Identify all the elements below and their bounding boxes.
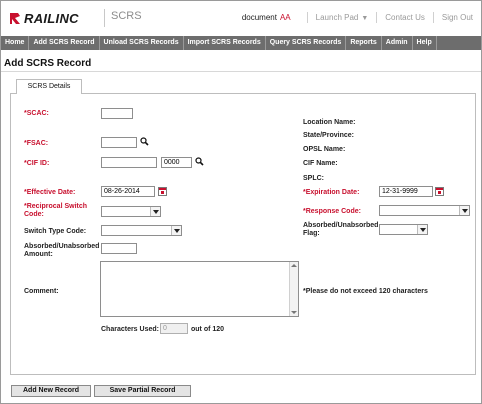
header-divider [104, 9, 105, 27]
scroll-up-icon[interactable] [291, 264, 297, 267]
absorbed-amount-input[interactable] [101, 243, 137, 254]
cif-name-label: CIF Name: [303, 160, 338, 167]
scroll-down-icon[interactable] [291, 311, 297, 314]
title-divider [1, 71, 481, 72]
contact-us-link[interactable]: Contact Us [385, 13, 425, 22]
cif-id-label: *CIF ID: [24, 160, 50, 167]
characters-used-label: Characters Used: [101, 326, 159, 333]
menu-item-unload-scrs-records[interactable]: Unload SCRS Records [100, 36, 184, 50]
menu-item-admin[interactable]: Admin [382, 36, 413, 50]
menu-item-home[interactable]: Home [1, 36, 30, 50]
nav-separator [376, 12, 378, 23]
response-code-select[interactable] [379, 205, 470, 216]
nav-separator [432, 12, 434, 23]
page-title: Add SCRS Record [4, 58, 92, 69]
response-code-label: *Response Code: [303, 208, 361, 215]
switch-type-code-label: Switch Type Code: [24, 228, 87, 235]
absorbed-flag-label: Absorbed/Unabsorbed Flag: [303, 222, 379, 237]
save-partial-record-button[interactable]: Save Partial Record [94, 385, 191, 397]
fsac-label: *FSAC: [24, 140, 49, 147]
fsac-search-icon[interactable] [140, 137, 149, 146]
comment-scrollbar[interactable] [289, 262, 298, 316]
top-nav: document AA Launch Pad ▼ Contact Us Sign … [242, 12, 473, 23]
chevron-down-icon: ▼ [361, 15, 369, 22]
reciprocal-switch-code-select[interactable] [101, 206, 161, 217]
location-name-label: Location Name: [303, 119, 356, 126]
user-id: AA [279, 13, 291, 22]
main-menu: Home Add SCRS Record Unload SCRS Records… [1, 36, 481, 50]
reciprocal-switch-code-label: *Reciprocal Switch Code: [24, 203, 88, 218]
comment-limit-note: *Please do not exceed 120 characters [303, 288, 428, 295]
comment-textarea[interactable] [100, 261, 299, 317]
logo-text: RAILINC [24, 10, 79, 26]
opsl-name-label: OPSL Name: [303, 146, 346, 153]
menu-item-add-scrs-record[interactable]: Add SCRS Record [29, 36, 100, 50]
absorbed-amount-label: Absorbed/Unabsorbed Amount: [24, 243, 100, 258]
splc-label: SPLC: [303, 175, 324, 182]
fsac-input[interactable] [101, 137, 137, 148]
expiration-date-label: *Expiration Date: [303, 189, 360, 196]
effective-date-label: *Effective Date: [24, 189, 76, 196]
state-province-label: State/Province: [303, 132, 354, 139]
comment-label: Comment: [24, 288, 59, 295]
menu-item-query-scrs-records[interactable]: Query SCRS Records [266, 36, 347, 50]
cif-search-icon[interactable] [195, 157, 204, 166]
tab-scrs-details[interactable]: SCRS Details [16, 79, 82, 94]
cif-id-suffix-input[interactable]: 0000 [161, 157, 192, 168]
calendar-icon[interactable] [158, 187, 167, 196]
chevron-down-icon [171, 226, 181, 235]
railinc-logo[interactable]: RAILINC [9, 10, 79, 26]
app-name: SCRS [111, 10, 142, 22]
scac-input[interactable] [101, 108, 133, 119]
effective-date-input[interactable]: 08-26-2014 [101, 186, 155, 197]
chevron-down-icon [459, 206, 469, 215]
menu-item-reports[interactable]: Reports [346, 36, 382, 50]
cif-id-input[interactable] [101, 157, 157, 168]
chevron-down-icon [417, 225, 427, 234]
railinc-logo-icon [9, 12, 21, 25]
launch-pad-label: Launch Pad [315, 13, 359, 22]
nav-separator [306, 12, 308, 23]
absorbed-flag-select[interactable] [379, 224, 428, 235]
scac-label: *SCAC: [24, 110, 49, 117]
characters-used-field: 0 [160, 323, 188, 334]
user-label: document [241, 13, 277, 22]
switch-type-code-select[interactable] [101, 225, 182, 236]
expiration-date-input[interactable]: 12-31-9999 [379, 186, 433, 197]
sign-out-link[interactable]: Sign Out [442, 13, 473, 22]
app-header: RAILINC SCRS document AA Launch Pad ▼ Con… [1, 1, 481, 35]
launch-pad-link[interactable]: Launch Pad ▼ [316, 13, 369, 22]
characters-max-label: out of 120 [191, 326, 225, 333]
menu-item-import-scrs-records[interactable]: Import SCRS Records [184, 36, 266, 50]
add-new-record-button[interactable]: Add New Record [11, 385, 91, 397]
menu-item-help[interactable]: Help [413, 36, 437, 50]
calendar-icon[interactable] [435, 187, 444, 196]
chevron-down-icon [150, 207, 160, 216]
